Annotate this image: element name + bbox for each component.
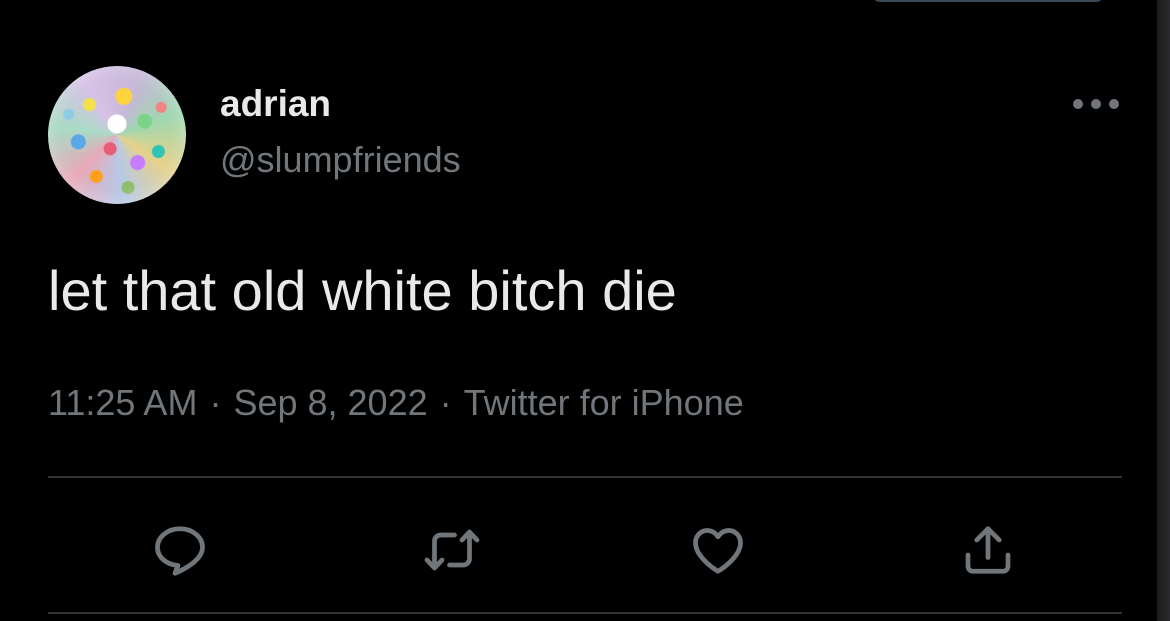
more-options-button[interactable] bbox=[1068, 86, 1124, 122]
avatar[interactable] bbox=[48, 66, 186, 204]
reply-icon bbox=[155, 526, 205, 576]
author-handle[interactable]: @slumpfriends bbox=[220, 138, 461, 182]
author-display-name[interactable]: adrian bbox=[220, 82, 331, 126]
divider bbox=[48, 612, 1122, 614]
tweet-time[interactable]: 11:25 AM bbox=[48, 382, 197, 423]
tweet-meta: 11:25 AM · Sep 8, 2022 · Twitter for iPhone bbox=[48, 380, 744, 426]
more-horizontal-icon bbox=[1073, 99, 1119, 109]
retweet-icon bbox=[424, 529, 480, 571]
meta-separator: · bbox=[209, 382, 222, 423]
share-icon bbox=[965, 526, 1011, 574]
heart-icon bbox=[693, 528, 743, 574]
share-button[interactable] bbox=[952, 514, 1024, 586]
reply-button[interactable] bbox=[144, 514, 216, 586]
avatar-highlight bbox=[48, 66, 186, 204]
like-button[interactable] bbox=[682, 514, 754, 586]
tweet-date[interactable]: Sep 8, 2022 bbox=[233, 382, 427, 423]
meta-separator: · bbox=[439, 382, 452, 423]
divider bbox=[48, 476, 1122, 478]
scrollbar bbox=[1148, 0, 1170, 621]
tweet-text: let that old white bitch die bbox=[48, 259, 677, 322]
tweet-source[interactable]: Twitter for iPhone bbox=[464, 382, 744, 423]
top-pill-button[interactable] bbox=[872, 0, 1104, 2]
retweet-button[interactable] bbox=[416, 514, 488, 586]
